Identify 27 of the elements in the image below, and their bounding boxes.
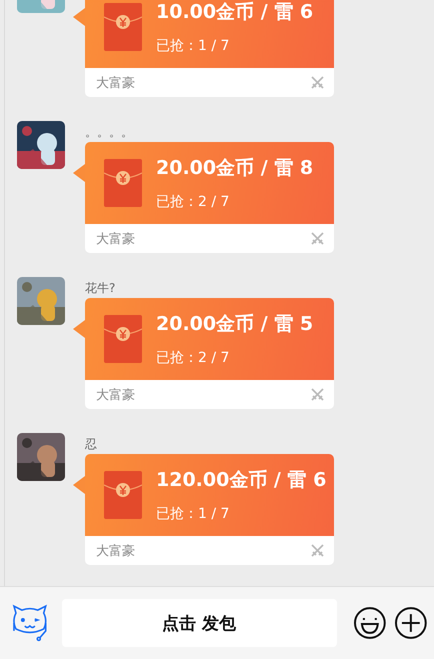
packet-label: 大富豪 bbox=[96, 74, 135, 92]
sender-name: 忍 bbox=[85, 437, 98, 452]
send-packet-button[interactable]: 点击 发包 bbox=[62, 599, 337, 647]
grabbed-count: 已抢：1 / 7 bbox=[156, 37, 230, 55]
emoji-icon[interactable] bbox=[352, 606, 386, 640]
packet-amount: 120.00金币 / 雷 6 bbox=[156, 468, 326, 493]
swords-icon bbox=[311, 76, 324, 89]
grabbed-count: 已抢：2 / 7 bbox=[156, 349, 230, 367]
grabbed-count: 已抢：2 / 7 bbox=[156, 193, 230, 211]
envelope-icon bbox=[104, 315, 142, 363]
swords-icon bbox=[311, 388, 324, 401]
grabbed-count: 已抢：1 / 7 bbox=[156, 505, 230, 523]
envelope-icon bbox=[104, 471, 142, 519]
swords-icon bbox=[311, 544, 324, 557]
packet-label: 大富豪 bbox=[96, 386, 135, 404]
swords-icon bbox=[311, 232, 324, 245]
sender-name: 花牛? bbox=[85, 281, 116, 296]
add-icon[interactable] bbox=[394, 606, 428, 640]
sender-name: 。。。。 bbox=[85, 125, 134, 140]
packet-amount: 20.00金币 / 雷 5 bbox=[156, 312, 314, 337]
envelope-icon bbox=[104, 3, 142, 51]
packet-label: 大富豪 bbox=[96, 542, 135, 560]
packet-amount: 10.00金币 / 雷 6 bbox=[156, 0, 314, 25]
packet-amount: 20.00金币 / 雷 8 bbox=[156, 156, 314, 181]
cat-mascot-icon[interactable] bbox=[10, 603, 50, 643]
envelope-icon bbox=[104, 159, 142, 207]
packet-label: 大富豪 bbox=[96, 230, 135, 248]
